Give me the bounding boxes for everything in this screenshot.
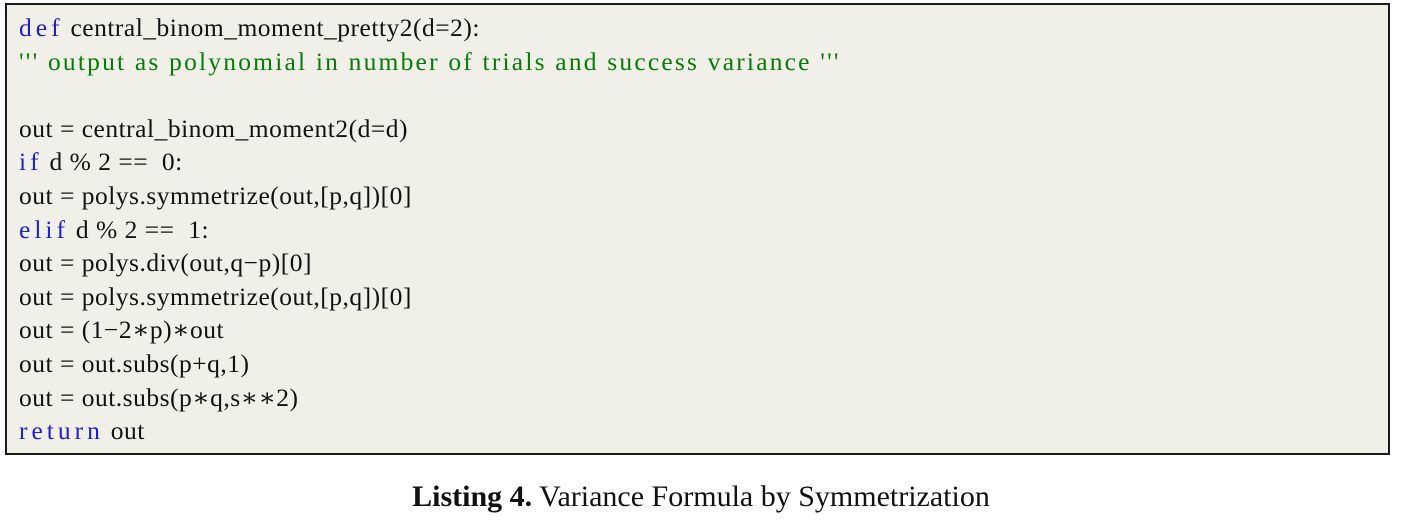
code-string: ''' output as polynomial in number of tr… [19, 46, 841, 76]
code-line: out = (1−2∗p)∗out [19, 313, 1384, 347]
figure-caption: Listing 4. Variance Formula by Symmetriz… [0, 478, 1402, 516]
code-text: d % 2 == 0: [42, 147, 183, 177]
code-text: out = (1−2∗p)∗out [19, 315, 225, 345]
code-text: out = out.subs(p+q,1) [19, 348, 250, 378]
code-text: out = polys.symmetrize(out,[p,q])[0] [19, 180, 412, 210]
code-line: out = out.subs(p+q,1) [19, 347, 1384, 381]
code-listing-box: def central_binom_moment_pretty2(d=2): ''… [5, 3, 1390, 455]
code-line: out = polys.symmetrize(out,[p,q])[0] [19, 179, 1384, 213]
listing-figure-page: def central_binom_moment_pretty2(d=2): ''… [0, 0, 1402, 530]
code-line: out = central_binom_moment2(d=d) [19, 112, 1384, 146]
code-text: central_binom_moment_pretty2(d=2): [63, 13, 480, 42]
code-text: out = polys.symmetrize(out,[p,q])[0] [19, 281, 412, 311]
code-line: elif d % 2 == 1: [19, 213, 1384, 247]
code-line: return out [19, 414, 1384, 448]
code-text: out = out.subs(p∗q,s∗∗2) [19, 382, 299, 412]
code-keyword: if [19, 147, 43, 177]
code-line: out = out.subs(p∗q,s∗∗2) [19, 381, 1384, 415]
code-line: def central_binom_moment_pretty2(d=2): [19, 11, 1384, 45]
caption-label: Listing 4. [412, 480, 533, 513]
code-text: out = polys.div(out,q−p)[0] [19, 248, 312, 278]
code-line: out = polys.symmetrize(out,[p,q])[0] [19, 280, 1384, 314]
caption-text: Variance Formula by Symmetrization [532, 480, 990, 513]
code-keyword: return [19, 416, 104, 446]
code-listing-lines: def central_binom_moment_pretty2(d=2): ''… [19, 11, 1384, 448]
code-line: out = polys.div(out,q−p)[0] [19, 246, 1384, 280]
code-line: ''' output as polynomial in number of tr… [19, 45, 1384, 79]
code-text: out [103, 416, 145, 446]
code-line: if d % 2 == 0: [19, 145, 1384, 179]
code-keyword: elif [19, 214, 69, 244]
code-text: d % 2 == 1: [68, 214, 210, 244]
code-text: out = central_binom_moment2(d=d) [19, 113, 408, 143]
code-keyword: def [19, 13, 64, 42]
